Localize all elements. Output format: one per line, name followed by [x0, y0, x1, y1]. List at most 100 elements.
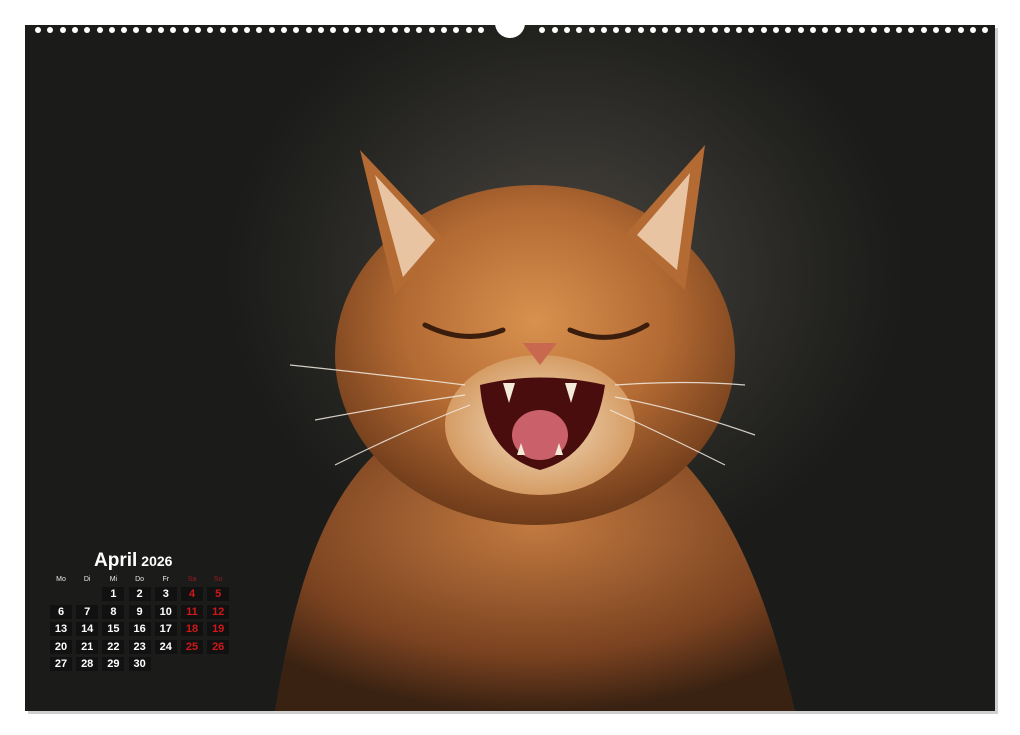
binding-hole: [662, 27, 668, 33]
calendar-day: 23: [129, 640, 151, 654]
calendar-day: 14: [76, 622, 98, 636]
calendar-day: 12: [207, 605, 229, 619]
weekday-label: So: [207, 576, 229, 583]
binding-hole: [785, 27, 791, 33]
binding-hole: [72, 27, 78, 33]
calendar-day: 30: [129, 657, 151, 671]
binding-hole: [244, 27, 250, 33]
calendar-day: 9: [129, 605, 151, 619]
calendar-day: 1: [102, 587, 124, 601]
binding-hole: [625, 27, 631, 33]
binding-hole: [269, 27, 275, 33]
binding-hole: [564, 27, 570, 33]
calendar-day: 17: [155, 622, 177, 636]
calendar-month: April: [94, 550, 137, 571]
binding-hole: [810, 27, 816, 33]
binding-hole: [429, 27, 435, 33]
calendar-day: 5: [207, 587, 229, 601]
calendar-day: 13: [50, 622, 72, 636]
binding-hole: [343, 27, 349, 33]
calendar-title: April2026: [94, 550, 172, 572]
binding-hole: [822, 27, 828, 33]
binding-hole: [293, 27, 299, 33]
binding-hole: [871, 27, 877, 33]
binding-hole: [970, 27, 976, 33]
calendar-weekday-header: Mo Di Mi Do Fr Sa So: [50, 576, 230, 586]
binding-hole: [761, 27, 767, 33]
calendar-day: 4: [181, 587, 203, 601]
calendar-day: 21: [76, 640, 98, 654]
calendar-day: 22: [102, 640, 124, 654]
binding-hole: [736, 27, 742, 33]
binding-hole: [650, 27, 656, 33]
calendar-day: 15: [102, 622, 124, 636]
weekday-label: Fr: [155, 576, 177, 583]
binding-hole: [958, 27, 964, 33]
calendar-day: 16: [129, 622, 151, 636]
binding-hole: [466, 27, 472, 33]
weekday-label: Mi: [102, 576, 124, 583]
binding-hole: [170, 27, 176, 33]
calendar-day: 18: [181, 622, 203, 636]
calendar-day: 2: [129, 587, 151, 601]
binding-hole: [306, 27, 312, 33]
binding-hole: [748, 27, 754, 33]
calendar-day: 20: [50, 640, 72, 654]
binding-hole: [859, 27, 865, 33]
binding-hole: [638, 27, 644, 33]
weekday-label: Do: [129, 576, 151, 583]
weekday-label: Mo: [50, 576, 72, 583]
binding-hole: [183, 27, 189, 33]
binding-hole: [133, 27, 139, 33]
calendar-day: 7: [76, 605, 98, 619]
binding-hole: [982, 27, 988, 33]
calendar-day: 6: [50, 605, 72, 619]
binding-hole: [392, 27, 398, 33]
binding-hole: [921, 27, 927, 33]
binding-hole: [404, 27, 410, 33]
binding-hole: [908, 27, 914, 33]
binding-hole: [220, 27, 226, 33]
binding-hole: [539, 27, 545, 33]
weekday-label: Di: [76, 576, 98, 583]
binding-hole: [158, 27, 164, 33]
binding-hole: [330, 27, 336, 33]
calendar-day: 19: [207, 622, 229, 636]
binding-hole: [453, 27, 459, 33]
binding-hole: [675, 27, 681, 33]
binding-hole: [367, 27, 373, 33]
calendar-day: 25: [181, 640, 203, 654]
binding-hole: [576, 27, 582, 33]
binding-hole: [933, 27, 939, 33]
binding-hole: [121, 27, 127, 33]
binding-hole: [195, 27, 201, 33]
calendar-day: 26: [207, 640, 229, 654]
calendar-year: 2026: [141, 553, 172, 569]
binding-hole: [441, 27, 447, 33]
binding-hole: [355, 27, 361, 33]
calendar-day: 27: [50, 657, 72, 671]
binding-hole: [896, 27, 902, 33]
binding-hole: [416, 27, 422, 33]
binding-hole: [146, 27, 152, 33]
binding-hole: [798, 27, 804, 33]
binding-hole: [613, 27, 619, 33]
binding-hole: [835, 27, 841, 33]
calendar-day: 24: [155, 640, 177, 654]
calendar-day: 28: [76, 657, 98, 671]
binding-hole: [478, 27, 484, 33]
calendar-day: 8: [102, 605, 124, 619]
binding-hole: [724, 27, 730, 33]
binding-hole: [552, 27, 558, 33]
binding-hole: [60, 27, 66, 33]
binding-hole: [281, 27, 287, 33]
binding-hole: [773, 27, 779, 33]
weekday-label: Sa: [181, 576, 203, 583]
binding-hole: [256, 27, 262, 33]
binding-hole: [379, 27, 385, 33]
binding-hole: [601, 27, 607, 33]
binding-hole: [84, 27, 90, 33]
binding-hole: [699, 27, 705, 33]
binding-hole: [712, 27, 718, 33]
binding-hole: [97, 27, 103, 33]
